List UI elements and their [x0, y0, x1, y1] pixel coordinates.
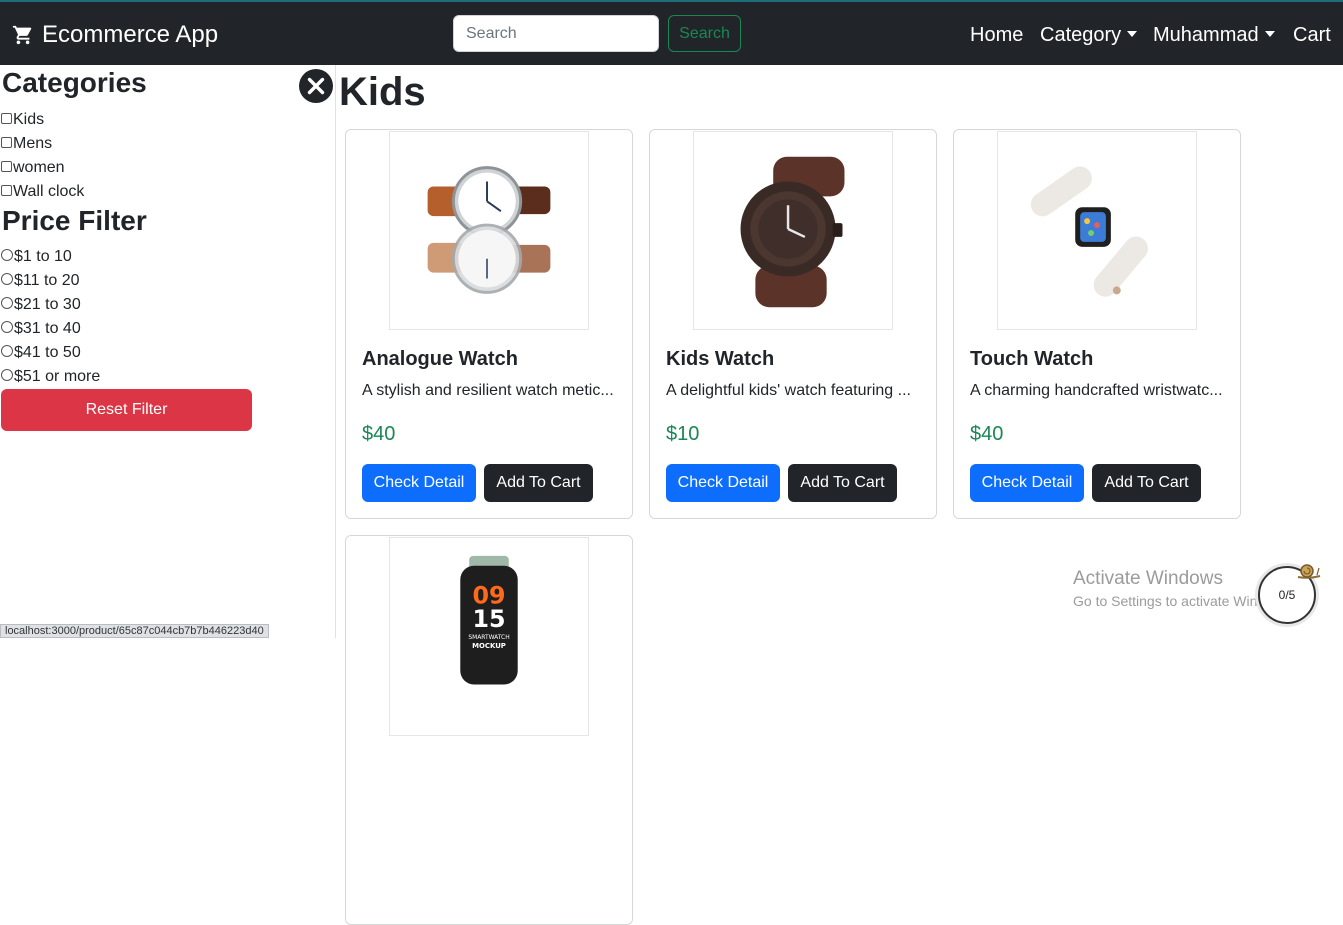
category-label: Kids — [13, 111, 45, 128]
analogue-watch-image — [427, 166, 551, 294]
add-to-cart-button[interactable]: Add To Cart — [1092, 464, 1201, 502]
categories-heading: Categories — [2, 67, 147, 98]
price-label: $1 to 10 — [14, 248, 72, 265]
product-image — [389, 131, 589, 330]
product-price: $40 — [970, 423, 1004, 445]
add-to-cart-button[interactable]: Add To Cart — [788, 464, 897, 502]
product-card: 09 15 SMARTWATCH MOCKUP — [345, 535, 633, 925]
price-option-21-30[interactable]: $21 to 30 — [1, 295, 81, 315]
reset-filter-button[interactable]: Reset Filter — [1, 389, 252, 431]
product-description: A charming handcrafted wristwatc... — [970, 382, 1223, 399]
product-price: $10 — [666, 423, 700, 445]
kids-watch-image — [740, 156, 845, 308]
nav-user-label: Muhammad — [1153, 24, 1259, 46]
product-card: Touch Watch A charming handcrafted wrist… — [953, 129, 1241, 519]
radio[interactable] — [1, 345, 13, 357]
radio[interactable] — [1, 297, 13, 309]
price-label: $31 to 40 — [14, 320, 81, 337]
check-detail-button[interactable]: Check Detail — [362, 464, 476, 502]
product-image — [693, 131, 893, 330]
product-name: Analogue Watch — [362, 348, 518, 370]
product-price: $40 — [362, 423, 396, 445]
product-image — [997, 131, 1197, 330]
search-input[interactable] — [453, 15, 659, 52]
price-option-11-20[interactable]: $11 to 20 — [1, 271, 80, 291]
category-option-women[interactable]: women — [1, 158, 65, 178]
checkbox[interactable] — [1, 136, 12, 148]
category-label: Mens — [13, 135, 53, 152]
price-label: $41 to 50 — [14, 344, 81, 361]
price-option-41-50[interactable]: $41 to 50 — [1, 343, 81, 363]
nav-home[interactable]: Home — [970, 24, 1023, 47]
nav-user-dropdown[interactable]: Muhammad — [1153, 24, 1275, 47]
nav-cart[interactable]: Cart — [1293, 24, 1331, 47]
filter-sidebar: Categories Kids Mens women Wall clock Pr… — [0, 65, 336, 638]
brand-name: Ecommerce App — [42, 21, 219, 48]
category-option-kids[interactable]: Kids — [1, 110, 44, 130]
status-bar-url: localhost:3000/product/65c87c044cb7b7b44… — [0, 624, 269, 638]
nav-category-label: Category — [1040, 24, 1122, 46]
close-circle-icon[interactable] — [298, 68, 334, 104]
svg-text:15: 15 — [472, 605, 505, 633]
check-detail-button[interactable]: Check Detail — [970, 464, 1084, 502]
svg-text:MOCKUP: MOCKUP — [472, 642, 506, 650]
snail-icon — [1297, 564, 1321, 579]
page-title: Kids — [339, 70, 426, 114]
touch-watch-image — [1030, 166, 1148, 297]
price-filter-heading: Price Filter — [2, 205, 147, 236]
price-label: $51 or more — [14, 368, 101, 385]
product-name: Kids Watch — [666, 348, 775, 370]
chevron-down-icon — [1127, 31, 1138, 37]
price-option-31-40[interactable]: $31 to 40 — [1, 319, 81, 339]
radio[interactable] — [1, 321, 13, 333]
category-option-mens[interactable]: Mens — [1, 134, 52, 154]
category-label: Wall clock — [13, 183, 85, 200]
checkbox[interactable] — [1, 112, 12, 124]
navbar: Ecommerce App Search Home Category Muham… — [0, 0, 1343, 65]
product-card: Analogue Watch A stylish and resilient w… — [345, 129, 633, 519]
price-label: $11 to 20 — [14, 272, 80, 289]
category-label: women — [13, 159, 65, 176]
checkbox[interactable] — [1, 184, 12, 196]
category-option-wall-clock[interactable]: Wall clock — [1, 182, 84, 202]
add-to-cart-button[interactable]: Add To Cart — [484, 464, 593, 502]
counter-value: 0/5 — [1278, 588, 1296, 602]
radio[interactable] — [1, 369, 13, 381]
check-detail-button[interactable]: Check Detail — [666, 464, 780, 502]
checkbox[interactable] — [1, 160, 12, 172]
cart-icon — [12, 25, 32, 45]
brand-link[interactable]: Ecommerce App — [12, 21, 218, 49]
radio[interactable] — [1, 249, 13, 261]
product-image: 09 15 SMARTWATCH MOCKUP — [389, 537, 589, 736]
svg-text:SMARTWATCH: SMARTWATCH — [468, 634, 509, 641]
search-button[interactable]: Search — [668, 15, 741, 52]
chevron-down-icon — [1264, 31, 1275, 37]
product-name: Touch Watch — [970, 348, 1094, 370]
smartwatch-image: 09 15 SMARTWATCH MOCKUP — [460, 555, 518, 685]
price-option-1-10[interactable]: $1 to 10 — [1, 247, 72, 267]
radio[interactable] — [1, 273, 13, 285]
product-description: A delightful kids' watch featuring ... — [666, 382, 911, 399]
product-card: Kids Watch A delightful kids' watch feat… — [649, 129, 937, 519]
product-description: A stylish and resilient watch metic... — [362, 382, 614, 399]
price-label: $21 to 30 — [14, 296, 81, 313]
price-option-51-more[interactable]: $51 or more — [1, 367, 100, 387]
nav-category-dropdown[interactable]: Category — [1040, 24, 1138, 47]
